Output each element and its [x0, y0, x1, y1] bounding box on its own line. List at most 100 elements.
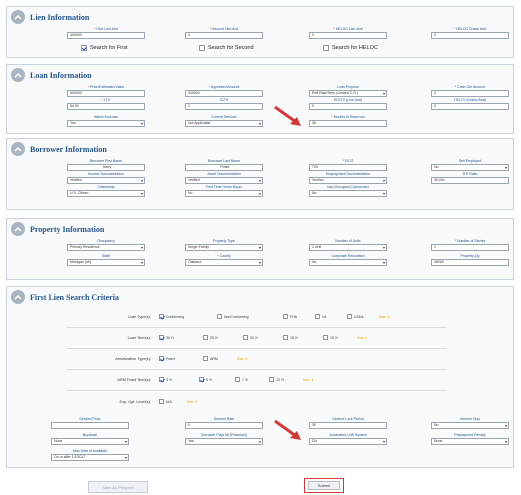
cash-out-amount-input[interactable]: 0	[431, 90, 509, 97]
occupancy-select[interactable]: Primary Residence	[67, 244, 145, 251]
waive-escrows-field: Waive Escrows Yes	[67, 115, 145, 127]
arm-fixed-terms-label: ARM Fixed Term(s):	[117, 378, 151, 382]
non-occupant-coborrower-select[interactable]: No	[309, 190, 387, 197]
first-time-home-buyer-field: First Time Home Buyer No	[185, 185, 263, 197]
employment-documentation-select[interactable]: Verified	[309, 177, 387, 184]
property-zip-field: Property Zip 48069	[431, 254, 509, 266]
search-first-checkbox[interactable]: Search for First	[81, 45, 128, 51]
last-name-input[interactable]: Potter	[185, 164, 263, 171]
current-servicer-field: Current Servicer Not Applicable	[185, 115, 263, 127]
desired-price-input[interactable]	[51, 422, 129, 429]
exp-opt-levels-label: Exp. Opt. Level(s):	[119, 400, 151, 404]
county-select[interactable]: Oakland	[185, 259, 263, 266]
ltv-input[interactable]: 80.00	[67, 103, 145, 110]
desired-lock-period-field: Desired Lock Period 30	[309, 417, 387, 429]
heloc-drawn-amount-input[interactable]: 0	[431, 32, 509, 39]
term-30yr-checkbox[interactable]: 30 Yr	[159, 335, 174, 340]
chevron-up-icon[interactable]	[11, 222, 25, 236]
search-criteria-header[interactable]: First Lien Search Criteria	[11, 290, 119, 304]
income-documentation-field: Income Documentation Verified	[67, 172, 145, 184]
loan-type-usda-checkbox[interactable]: USDA	[347, 314, 364, 319]
hcltv-drawn-field: HCLTV (Drawn Amt) 0	[431, 98, 509, 110]
fico-input[interactable]: 720	[309, 164, 387, 171]
income-documentation-select[interactable]: Verified	[67, 177, 145, 184]
arm-5yr-checkbox[interactable]: 5 Yr	[199, 377, 212, 382]
citizenship-field: Citizenship U.S. Citizen	[67, 185, 145, 197]
loan-types-label: Loan Type(s):	[127, 315, 151, 319]
term-25yr-checkbox[interactable]: 25 Yr	[203, 335, 218, 340]
search-second-checkbox[interactable]: Search for Second	[199, 45, 254, 51]
arm-3yr-checkbox[interactable]: 3 Yr	[159, 377, 172, 382]
cltv-input[interactable]: 0	[185, 103, 263, 110]
loan-information-header[interactable]: Loan Information	[11, 68, 92, 82]
property-zip-input[interactable]: 48069	[431, 259, 509, 266]
automated-uw-system-field: Automated U/W System DU	[309, 433, 387, 445]
borrower-last-name-field: Borrower Last Name Potter	[185, 159, 263, 171]
months-of-reserves-field: * Months of Reserves 36	[309, 115, 387, 127]
chevron-up-icon[interactable]	[11, 10, 25, 24]
exp-opt-na-checkbox[interactable]: N/A	[159, 399, 172, 404]
hcltv-drawn-input[interactable]: 0	[431, 103, 509, 110]
number-of-units-select[interactable]: 1 Unit	[309, 244, 387, 251]
state-field: State Michigan (MI)	[67, 254, 145, 266]
amortization-arm-checkbox[interactable]: ARM	[203, 356, 218, 361]
arm-7yr-checkbox[interactable]: 7 Yr	[235, 377, 248, 382]
citizenship-select[interactable]: U.S. Citizen	[67, 190, 145, 197]
property-type-field: Property Type Single Family	[185, 239, 263, 251]
term-20yr-checkbox[interactable]: 20 Yr	[243, 335, 258, 340]
chevron-up-icon[interactable]	[11, 142, 25, 156]
max-date-available-field: Max Date of Available On or after 1/1/20…	[51, 449, 129, 461]
first-lien-amount-input[interactable]: 400000	[67, 32, 145, 39]
loan-type-fha-checkbox[interactable]: FHA	[283, 314, 297, 319]
loan-type-nonconforming-checkbox[interactable]: NonConforming	[217, 314, 249, 319]
interest-only-select[interactable]: No	[431, 422, 509, 429]
heloc-lien-amount-input[interactable]: 0	[309, 32, 387, 39]
save-as-prospect-button[interactable]: Save As Prospect	[88, 481, 148, 493]
loan-type-va-checkbox[interactable]: VA	[315, 314, 326, 319]
self-employed-select[interactable]: No	[431, 164, 509, 171]
non-occupant-coborrower-field: Non-Occupant Coborrower No	[309, 185, 387, 197]
first-name-input[interactable]: Harry	[67, 164, 145, 171]
appraised-amount-input[interactable]: 500000	[185, 90, 263, 97]
price-estimated-value-field: * Price/Estimated Value 500000	[67, 85, 145, 97]
number-of-stories-input[interactable]: 1	[431, 244, 509, 251]
state-select[interactable]: Michigan (MI)	[67, 259, 145, 266]
desired-rate-input[interactable]: 0	[185, 422, 263, 429]
arm-10yr-checkbox[interactable]: 10 Yr	[269, 377, 284, 382]
price-input[interactable]: 500000	[67, 90, 145, 97]
current-servicer-select[interactable]: Not Applicable	[185, 120, 263, 127]
amortization-fixed-checkbox[interactable]: Fixed	[159, 356, 175, 361]
dti-ratio-input[interactable]: 30.000	[431, 177, 509, 184]
borrower-pays-mi-select[interactable]: Yes	[185, 438, 263, 445]
hcltv-line-input[interactable]: 0	[309, 103, 387, 110]
asset-documentation-select[interactable]: Verified	[185, 177, 263, 184]
section-title: Property Information	[30, 224, 105, 234]
interest-only-field: Interest Only No	[431, 417, 509, 429]
loan-terms-label: Loan Term(s):	[127, 336, 151, 340]
loan-types-max: Max: 4	[379, 315, 390, 319]
buydown-select[interactable]: None	[51, 438, 129, 445]
waive-escrows-select[interactable]: Yes	[67, 120, 145, 127]
loan-type-conforming-checkbox[interactable]: Conforming	[159, 314, 184, 319]
loan-purpose-select[interactable]: Refi Rate/Term (Limited C.O.)	[309, 90, 387, 97]
automated-uw-system-select[interactable]: DU	[309, 438, 387, 445]
submit-button-highlight[interactable]: Submit	[304, 478, 344, 493]
months-of-reserves-input[interactable]: 36	[309, 120, 387, 127]
borrower-information-header[interactable]: Borrower Information	[11, 142, 107, 156]
prepayment-penalty-select[interactable]: None	[431, 438, 509, 445]
search-heloc-checkbox[interactable]: Search for HELOC	[323, 45, 378, 51]
chevron-up-icon[interactable]	[11, 68, 25, 82]
first-time-home-buyer-select[interactable]: No	[185, 190, 263, 197]
property-type-select[interactable]: Single Family	[185, 244, 263, 251]
term-15yr-checkbox[interactable]: 15 Yr	[283, 335, 298, 340]
chevron-up-icon[interactable]	[11, 290, 25, 304]
desired-lock-period-input[interactable]: 30	[309, 422, 387, 429]
max-date-available-select[interactable]: On or after 1/1/2017	[51, 454, 129, 461]
property-information-header[interactable]: Property Information	[11, 222, 104, 236]
submit-button[interactable]: Submit	[308, 481, 340, 490]
term-10yr-checkbox[interactable]: 10 Yr	[323, 335, 338, 340]
second-lien-amount-input[interactable]: 0	[185, 32, 263, 39]
occupancy-field: Occupancy Primary Residence	[67, 239, 145, 251]
lien-information-header[interactable]: Lien Information	[11, 10, 89, 24]
corporate-relocation-select[interactable]: No	[309, 259, 387, 266]
